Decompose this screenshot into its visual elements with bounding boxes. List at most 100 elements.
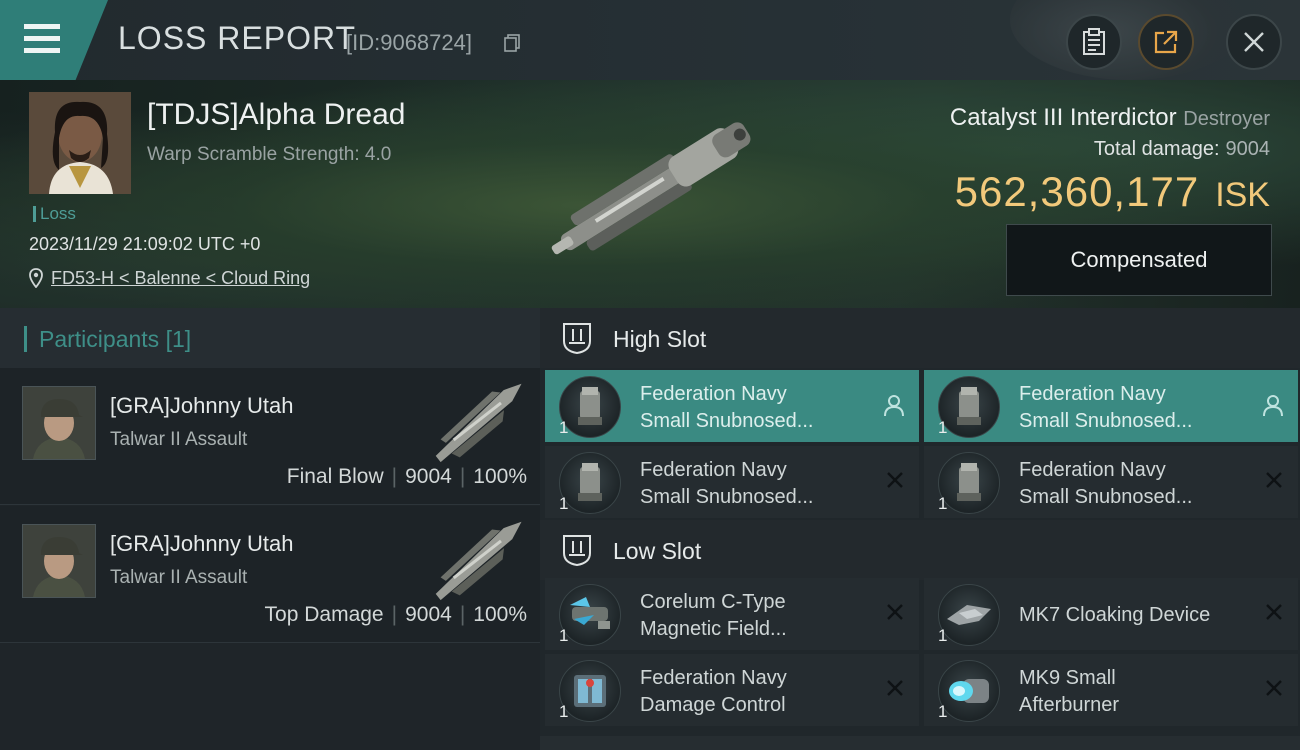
module-name-line2: Small Snubnosed... [1019, 410, 1193, 432]
report-id: [ID:9068724] [346, 30, 472, 55]
damage-value: 9004 [1225, 138, 1271, 160]
location-pin-icon [29, 268, 43, 288]
participants-count: [1] [165, 326, 192, 352]
damage-label: Total damage: [1093, 138, 1220, 160]
low-slot-icon [563, 535, 591, 567]
close-icon[interactable] [885, 470, 905, 490]
participant-ship-image[interactable] [416, 372, 540, 466]
module-name: Federation Navy Small Snubnosed... [640, 381, 880, 435]
compensated-button[interactable]: Compensated [1006, 224, 1272, 296]
module-cell[interactable]: 1 Corelum C-Type Magnetic Field... [545, 578, 919, 650]
total-damage: Total damage: 9004 [1094, 138, 1270, 161]
module-name-line1: MK7 Cloaking Device [1019, 604, 1211, 626]
module-name-line2: Small Snubnosed... [640, 486, 814, 508]
separator: | [391, 603, 398, 626]
participant-ship-image[interactable] [416, 510, 540, 604]
module-quantity: 1 [559, 418, 569, 437]
close-button[interactable] [1226, 14, 1282, 70]
module-name: Federation Navy Small Snubnosed... [640, 457, 880, 511]
module-name-line2: Afterburner [1019, 694, 1120, 716]
share-button[interactable] [1138, 14, 1194, 70]
participant-damage: 9004 [405, 465, 452, 488]
module-quantity: 1 [938, 494, 948, 513]
loss-summary-banner: [TDJS]Alpha Dread Warp Scramble Strength… [0, 80, 1300, 308]
victim-avatar[interactable] [29, 92, 131, 194]
module-cell[interactable]: 1 Federation Navy Small Snubnosed... [924, 446, 1298, 518]
module-cell[interactable]: 1 Federation Navy Damage Control [545, 654, 919, 726]
module-cell[interactable]: 1 Federation Navy Small Snubnosed... [924, 370, 1298, 442]
module-name-line2: Small Snubnosed... [640, 410, 814, 432]
close-icon[interactable] [1264, 678, 1284, 698]
module-name: MK7 Cloaking Device [1019, 602, 1259, 629]
ship-name[interactable]: Catalyst III Interdictor Destroyer [950, 104, 1270, 132]
afterburner-icon [949, 679, 989, 703]
menu-icon-bar [24, 48, 60, 53]
fitting-panel: High Slot 1 Federation Navy Small Snubno… [540, 308, 1300, 750]
close-icon[interactable] [885, 678, 905, 698]
participant-name[interactable]: [GRA]Johnny Utah [110, 531, 293, 557]
module-quantity: 1 [938, 702, 948, 721]
module-name-line2: Magnetic Field... [640, 618, 787, 640]
avatar[interactable] [22, 524, 96, 598]
cloaking-device-icon [947, 605, 991, 625]
launcher-icon [578, 463, 602, 501]
menu-icon-bar [24, 36, 60, 41]
module-name: Corelum C-Type Magnetic Field... [640, 589, 880, 643]
module-cell[interactable]: 1 MK7 Cloaking Device [924, 578, 1298, 650]
close-icon[interactable] [1264, 470, 1284, 490]
module-name-line1: Federation Navy [640, 667, 787, 689]
share-icon [1154, 30, 1178, 54]
module-cell[interactable]: 1 Federation Navy Small Snubnosed... [545, 446, 919, 518]
menu-icon [24, 24, 60, 29]
isk-unit: ISK [1215, 176, 1270, 214]
module-name-line2: Damage Control [640, 694, 786, 716]
participant-stats: Top Damage | 9004 | 100% [265, 603, 527, 627]
launcher-icon [957, 463, 981, 501]
module-name-line1: Federation Navy [1019, 459, 1166, 481]
participants-header: Participants [1] [0, 308, 540, 368]
participant-row[interactable]: [GRA]Johnny Utah Talwar II Assault Top D… [0, 506, 540, 643]
high-slot-title: High Slot [613, 326, 707, 352]
low-slot-title: Low Slot [613, 538, 702, 564]
participant-role: Final Blow [286, 465, 384, 488]
ship-class: Destroyer [1183, 108, 1270, 130]
close-icon[interactable] [885, 602, 905, 622]
participant-ship: Talwar II Assault [110, 567, 248, 588]
launcher-icon [578, 387, 602, 425]
damage-control-icon [574, 675, 606, 707]
close-icon[interactable] [1264, 602, 1284, 622]
close-icon [1244, 32, 1264, 52]
pilot-portrait [23, 525, 95, 597]
victim-detail: Warp Scramble Strength: 4.0 [147, 144, 392, 165]
clipboard-icon [1083, 28, 1105, 55]
module-name: Federation Navy Damage Control [640, 665, 880, 719]
module-name-line1: Federation Navy [640, 383, 787, 405]
isk-loss: 562,360,177 ISK [955, 168, 1270, 216]
person-icon[interactable] [1262, 394, 1284, 418]
location-text[interactable]: FD53-H < Balenne < Cloud Ring [51, 268, 310, 289]
clipboard-button[interactable] [1066, 14, 1122, 70]
top-bar: LOSS REPORT [ID:9068724] [0, 0, 1300, 81]
participant-name[interactable]: [GRA]Johnny Utah [110, 393, 293, 419]
loss-datetime: 2023/11/29 21:09:02 UTC +0 [29, 234, 261, 254]
module-name-line1: MK9 Small [1019, 667, 1116, 689]
person-icon[interactable] [883, 394, 905, 418]
participant-percent: 100% [473, 603, 527, 626]
pilot-portrait [23, 387, 95, 459]
menu-button[interactable] [0, 0, 108, 80]
low-slot-header: Low Slot [540, 520, 1300, 580]
victim-name[interactable]: [TDJS]Alpha Dread [147, 98, 405, 132]
avatar[interactable] [22, 386, 96, 460]
participants-panel: Participants [1] [GRA]Johnny Utah Talwar… [0, 308, 540, 750]
separator: | [459, 603, 466, 626]
high-slot-header: High Slot [540, 308, 1300, 368]
victim-ship-image[interactable] [528, 110, 778, 270]
copy-icon[interactable] [504, 34, 520, 52]
page-title: LOSS REPORT [118, 20, 357, 56]
module-quantity: 1 [559, 702, 569, 721]
participant-row[interactable]: [GRA]Johnny Utah Talwar II Assault Final… [0, 368, 540, 505]
module-name: Federation Navy Small Snubnosed... [1019, 381, 1259, 435]
module-cell[interactable]: 1 MK9 Small Afterburner [924, 654, 1298, 726]
module-quantity: 1 [938, 626, 948, 645]
module-cell[interactable]: 1 Federation Navy Small Snubnosed... [545, 370, 919, 442]
